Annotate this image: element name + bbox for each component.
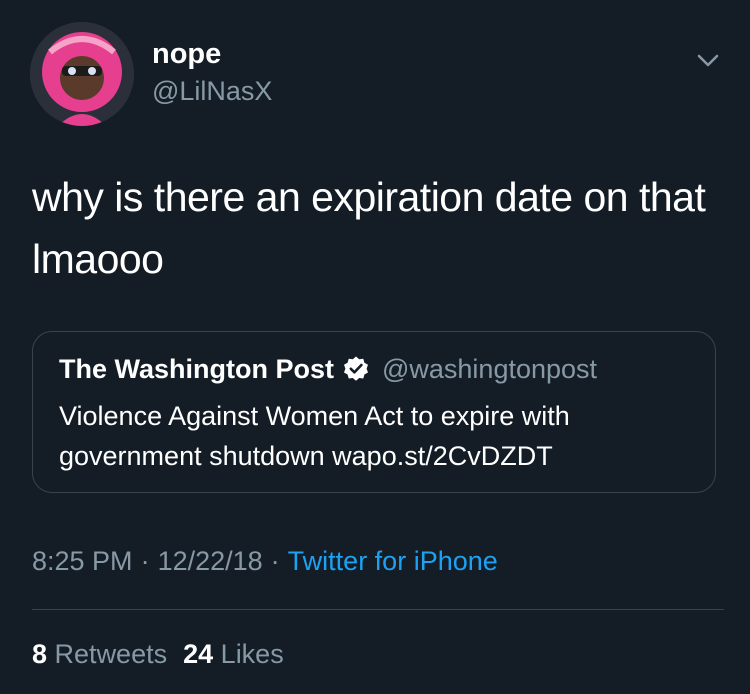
- likes-label: Likes: [220, 639, 284, 669]
- tweet-detail: nope @LilNasX why is there an expiration…: [0, 0, 750, 694]
- author-display-name[interactable]: nope: [152, 36, 221, 72]
- tweet-source-link[interactable]: Twitter for iPhone: [288, 546, 498, 576]
- meta-separator: ·: [270, 546, 280, 576]
- quoted-tweet-text: Violence Against Women Act to expire wit…: [59, 401, 570, 471]
- retweets-stat[interactable]: 8 Retweets: [32, 639, 167, 669]
- engagement-stats: 8 Retweets 24 Likes: [32, 636, 284, 672]
- tweet-metadata: 8:25 PM · 12/22/18 · Twitter for iPhone: [32, 543, 498, 579]
- meta-separator: ·: [140, 546, 150, 576]
- tweet-date: 12/22/18: [157, 546, 263, 576]
- retweets-label: Retweets: [54, 639, 168, 669]
- author-handle[interactable]: @LilNasX: [152, 74, 272, 108]
- divider: [32, 609, 724, 610]
- verified-badge-icon: [342, 355, 370, 383]
- likes-count: 24: [183, 639, 214, 669]
- tweet-time: 8:25 PM: [32, 546, 133, 576]
- retweets-count: 8: [32, 639, 48, 669]
- quoted-author-name: The Washington Post: [59, 354, 334, 384]
- quoted-tweet-card[interactable]: The Washington Post @washingtonpost Viol…: [32, 331, 716, 493]
- quoted-tweet-header: The Washington Post @washingtonpost: [59, 352, 597, 386]
- chevron-down-icon[interactable]: [692, 44, 724, 76]
- quoted-author-handle: @washingtonpost: [381, 354, 598, 384]
- tweet-text: why is there an expiration date on that …: [32, 174, 706, 282]
- avatar-image: [30, 22, 134, 126]
- avatar[interactable]: [30, 22, 134, 126]
- likes-stat[interactable]: 24 Likes: [183, 639, 284, 669]
